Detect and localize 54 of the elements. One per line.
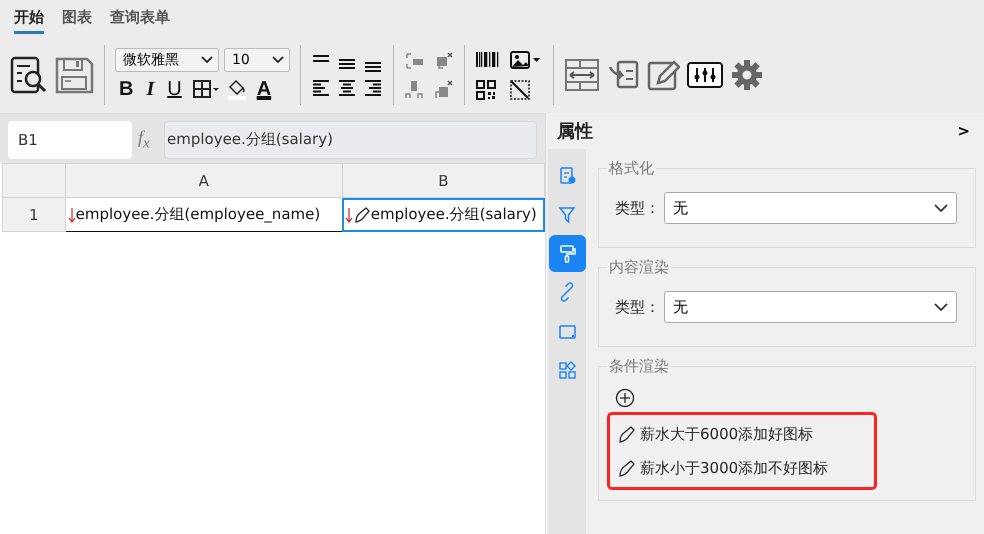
section-title: 条件渲染 [608,357,670,376]
align-left-icon[interactable] [311,78,331,98]
type-dropdown[interactable]: 无 [664,291,957,323]
table-cell[interactable]: employee.分组(salary) [342,198,544,232]
delete-row-icon[interactable] [434,79,454,99]
rule-item[interactable]: 薪水小于3000添加不好图标 [616,453,868,483]
chevron-icon [934,204,948,212]
side-tab[interactable] [548,235,586,272]
row-header[interactable]: 1 [2,198,66,232]
rule-item[interactable]: 薪水大于6000添加好图标 [616,419,868,449]
fill-color-icon[interactable] [226,77,248,101]
delete-column-icon[interactable] [434,51,454,71]
cell-reference-field[interactable]: B1 [8,120,132,158]
widgets-icon [556,360,578,381]
column-width-icon[interactable] [564,57,600,93]
column-header[interactable]: B [342,164,544,198]
add-button[interactable] [615,388,635,408]
collapse-button[interactable]: > [957,122,970,140]
formula-field[interactable]: employee.分组(salary) [164,120,537,158]
chevron-icon [934,302,948,312]
ribbon-tab[interactable]: 图表 [62,8,92,34]
settings-icon[interactable] [730,58,764,92]
font-size-dropdown[interactable]: 10 [224,48,290,72]
section-title: 格式化 [608,159,655,178]
chevron-icon [272,56,284,64]
insert-column-icon[interactable] [404,51,424,71]
qr-code-icon[interactable] [475,79,497,101]
down-arrow-icon [68,206,76,222]
sliders-icon[interactable] [686,60,724,90]
ribbon-tab[interactable]: 开始 [14,8,44,34]
align-center-icon[interactable] [337,78,357,98]
underline-button[interactable]: U [163,76,186,102]
chevron-icon [201,56,213,64]
ribbon-tab[interactable]: 查询表单 [110,8,170,34]
image-icon[interactable] [509,49,543,71]
border-icon[interactable] [190,77,221,101]
font-color-button[interactable]: A [252,76,276,102]
font-dropdown[interactable]: 微软雅黑 [115,48,219,72]
type-dropdown[interactable]: 无 [664,192,957,224]
panel-title: 属性 [557,120,593,143]
column-header[interactable]: A [65,164,342,198]
brush-icon [352,206,371,224]
field-label: 类型： [615,198,660,218]
function-label: f$_{x}$ [138,126,151,152]
down-arrow-icon [344,206,353,222]
italic-button[interactable]: I [142,76,158,102]
field-label: 类型： [615,298,660,316]
bold-button[interactable]: B [115,76,138,102]
section-title: 内容渲染 [608,258,670,277]
slash-cell-icon[interactable] [509,79,531,101]
align-right-icon[interactable] [363,78,383,98]
insert-row-icon[interactable] [404,79,424,99]
brush-icon [618,459,636,477]
brush-icon [618,425,636,443]
